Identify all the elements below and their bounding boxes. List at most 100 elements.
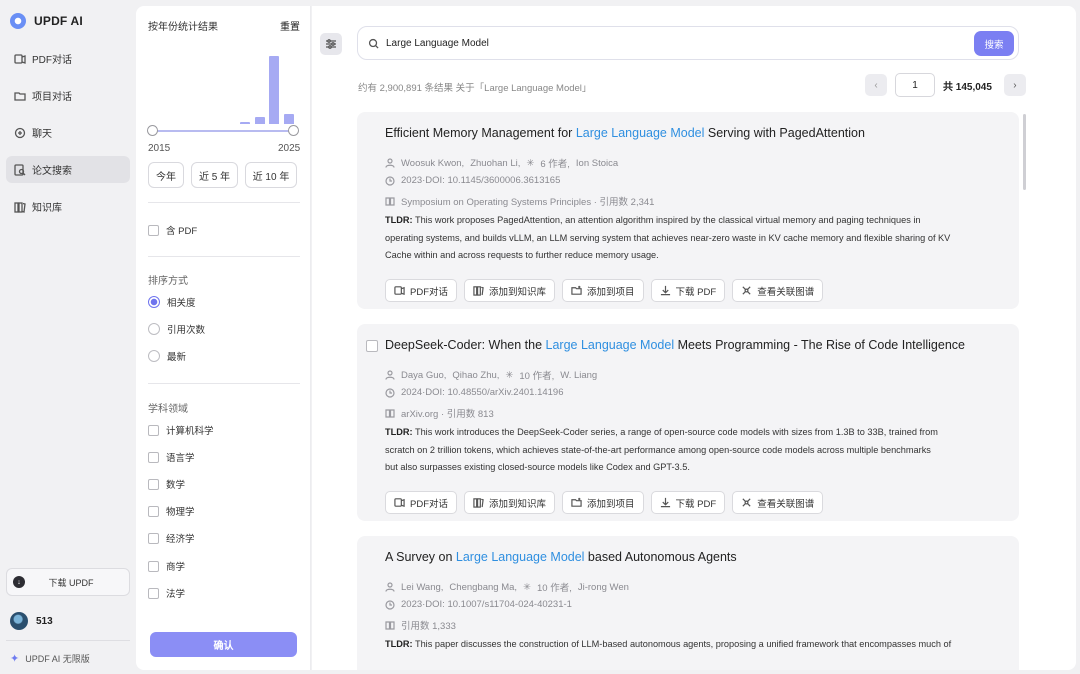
brand[interactable]: UPDF AI: [10, 13, 83, 29]
radio[interactable]: [148, 350, 160, 362]
sort-title: 排序方式: [148, 276, 188, 287]
paper-title[interactable]: Efficient Memory Management for Large La…: [385, 126, 865, 140]
reset-button[interactable]: 重置: [280, 18, 300, 33]
author[interactable]: Woosuk Kwon,: [401, 158, 464, 169]
year-slider-end-handle[interactable]: [288, 125, 299, 136]
sort-option-relevance[interactable]: 相关度: [148, 295, 196, 309]
chip-this-year[interactable]: 今年: [148, 162, 184, 188]
search-bar[interactable]: Large Language Model 搜索: [357, 26, 1019, 60]
person-icon: [385, 158, 395, 168]
title-text: based Autonomous Agents: [584, 550, 737, 564]
action-label: 添加到项目: [587, 498, 635, 510]
sort-option-newest[interactable]: 最新: [148, 349, 186, 363]
field-checkbox[interactable]: 计算机科学: [148, 423, 214, 437]
checkbox[interactable]: [148, 224, 159, 236]
plan-badge[interactable]: ✦ UPDF AI 无限版: [10, 652, 90, 665]
author[interactable]: Daya Guo,: [401, 370, 446, 381]
paper-title[interactable]: DeepSeek-Coder: When the Large Language …: [385, 338, 965, 352]
card-actions: PDF对话 添加到知识库 添加到项目 下载 PDF 查看关联图谱: [385, 491, 824, 514]
result-card[interactable]: Efficient Memory Management for Large La…: [357, 112, 1019, 309]
sort-option-citations[interactable]: 引用次数: [148, 322, 205, 336]
nav-item-project-chat[interactable]: 项目对话: [6, 82, 130, 109]
paper-title[interactable]: A Survey on Large Language Model based A…: [385, 550, 737, 564]
download-icon: [660, 497, 670, 508]
filter-toggle-button[interactable]: [320, 33, 342, 55]
pdf-chat-button[interactable]: PDF对话: [385, 279, 458, 302]
download-label: 下载 UPDF: [48, 577, 94, 588]
download-updf-button[interactable]: ↓ 下载 UPDF: [6, 568, 130, 596]
divider: [148, 202, 300, 203]
author[interactable]: Chengbang Ma,: [449, 582, 517, 593]
doi-text[interactable]: 2024·DOI: 10.48550/arXiv.2401.14196: [401, 387, 564, 398]
add-to-project-button[interactable]: 添加到项目: [562, 279, 644, 302]
user-account[interactable]: 513: [10, 612, 53, 630]
add-to-project-button[interactable]: 添加到项目: [562, 491, 644, 514]
chip-last-10-years[interactable]: 近 10 年: [245, 162, 297, 188]
result-card[interactable]: DeepSeek-Coder: When the Large Language …: [357, 324, 1019, 521]
pdf-chat-button[interactable]: PDF对话: [385, 491, 458, 514]
next-page-button[interactable]: ›: [1003, 74, 1026, 96]
checkbox[interactable]: [148, 532, 159, 544]
download-pdf-button[interactable]: 下载 PDF: [650, 279, 726, 302]
chip-last-5-years[interactable]: 近 5 年: [191, 162, 238, 188]
author[interactable]: Ion Stoica: [576, 158, 618, 169]
nav-item-paper-search[interactable]: 论文搜索: [6, 156, 130, 183]
field-checkbox[interactable]: 法学: [148, 586, 185, 600]
checkbox[interactable]: [148, 587, 159, 599]
prev-page-button[interactable]: ‹: [865, 74, 887, 96]
field-label: 语言学: [166, 453, 195, 464]
year-slider-start-handle[interactable]: [147, 125, 158, 136]
chevron-right-icon: ›: [1013, 79, 1017, 91]
year-slider-track[interactable]: [152, 130, 294, 132]
radio[interactable]: [148, 323, 160, 335]
more-authors-icon: ✳: [505, 369, 514, 381]
year-max-label: 2025: [278, 143, 301, 154]
year-min-label: 2015: [148, 143, 171, 154]
has-pdf-checkbox[interactable]: 含 PDF: [148, 223, 197, 237]
view-graph-button[interactable]: 查看关联图谱: [732, 279, 824, 302]
avatar: [10, 612, 28, 630]
download-pdf-button[interactable]: 下载 PDF: [650, 491, 726, 514]
book-icon: [385, 197, 395, 206]
add-to-library-button[interactable]: 添加到知识库: [464, 491, 556, 514]
select-checkbox[interactable]: [366, 340, 378, 352]
search-input[interactable]: Large Language Model: [386, 38, 489, 49]
confirm-button[interactable]: 确认: [150, 632, 297, 657]
nav-item-knowledge-base[interactable]: 知识库: [6, 193, 130, 220]
author[interactable]: Ji-rong Wen: [578, 582, 629, 593]
checkbox[interactable]: [148, 451, 159, 463]
doi-text[interactable]: 2023·DOI: 10.1007/s11704-024-40231-1: [401, 599, 572, 610]
sort-option-label: 相关度: [167, 298, 196, 309]
radio-selected[interactable]: [148, 296, 160, 308]
field-label: 物理学: [166, 507, 195, 518]
clock-icon: [385, 387, 395, 398]
field-checkbox[interactable]: 经济学: [148, 531, 195, 545]
add-to-library-button[interactable]: 添加到知识库: [464, 279, 556, 302]
author[interactable]: W. Liang: [560, 370, 597, 381]
folder-plus-icon: [571, 285, 582, 295]
doi-text[interactable]: 2023·DOI: 10.1145/3600006.3613165: [401, 175, 560, 186]
checkbox[interactable]: [148, 478, 159, 490]
nav-item-pdf-chat[interactable]: PDF对话: [6, 45, 130, 72]
field-checkbox[interactable]: 语言学: [148, 450, 195, 464]
view-graph-button[interactable]: 查看关联图谱: [732, 491, 824, 514]
author[interactable]: Qihao Zhu,: [452, 370, 499, 381]
library-icon: [473, 498, 484, 508]
search-button[interactable]: 搜索: [974, 31, 1014, 56]
checkbox[interactable]: [148, 560, 159, 572]
result-card[interactable]: A Survey on Large Language Model based A…: [357, 536, 1019, 670]
field-checkbox[interactable]: 数学: [148, 477, 185, 491]
page-input[interactable]: 1: [895, 73, 935, 97]
field-checkbox[interactable]: 物理学: [148, 504, 195, 518]
author[interactable]: Zhuohan Li,: [470, 158, 520, 169]
author[interactable]: Lei Wang,: [401, 582, 443, 593]
nav-item-chat[interactable]: 聊天: [6, 119, 130, 146]
checkbox[interactable]: [148, 424, 159, 436]
action-label: PDF对话: [410, 286, 449, 298]
book-icon: [385, 409, 395, 418]
author-count: 6 作者,: [540, 159, 570, 170]
checkbox[interactable]: [148, 505, 159, 517]
scrollbar[interactable]: [1023, 114, 1026, 190]
tldr-line: This work introduces the DeepSeek-Coder …: [414, 427, 938, 437]
field-checkbox[interactable]: 商学: [148, 559, 185, 573]
